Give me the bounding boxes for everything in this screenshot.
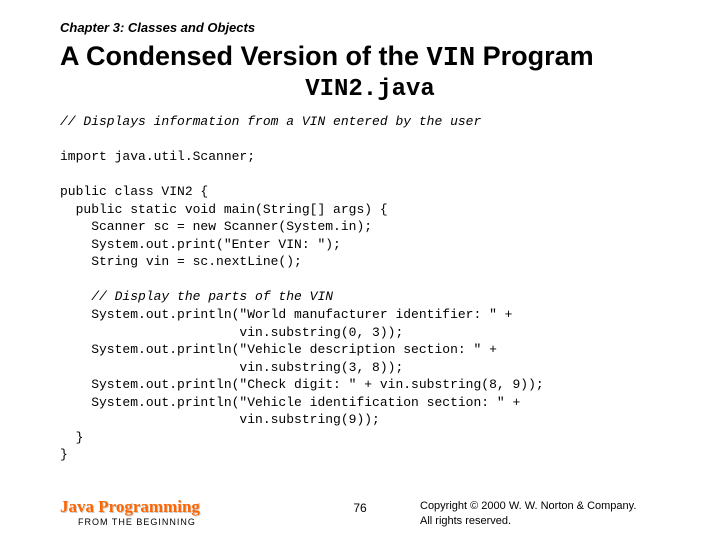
code-line: System.out.print("Enter VIN: "); xyxy=(60,237,341,252)
code-line: vin.substring(0, 3)); xyxy=(60,325,403,340)
code-line: System.out.println("Vehicle identificati… xyxy=(60,395,520,410)
copyright-line: Copyright © 2000 W. W. Norton & Company. xyxy=(420,499,680,513)
copyright: Copyright © 2000 W. W. Norton & Company.… xyxy=(420,497,680,528)
code-line: vin.substring(9)); xyxy=(60,412,380,427)
code-line: System.out.println("World manufacturer i… xyxy=(60,307,512,322)
footer: Java Programming FROM THE BEGINNING 76 C… xyxy=(0,497,720,528)
title-pre: A Condensed Version of the xyxy=(60,41,427,71)
code-comment: // Display the parts of the VIN xyxy=(60,289,333,304)
code-line: } xyxy=(60,447,68,462)
code-line: } xyxy=(60,430,83,445)
chapter-label: Chapter 3: Classes and Objects xyxy=(60,20,680,35)
code-line: String vin = sc.nextLine(); xyxy=(60,254,302,269)
code-line: import java.util.Scanner; xyxy=(60,149,255,164)
book-brand: Java Programming xyxy=(60,497,300,517)
page-number: 76 xyxy=(330,497,390,515)
code-block: // Displays information from a VIN enter… xyxy=(60,113,680,464)
code-comment: // Displays information from a VIN enter… xyxy=(60,114,481,129)
code-line: Scanner sc = new Scanner(System.in); xyxy=(60,219,372,234)
copyright-line: All rights reserved. xyxy=(420,514,680,528)
title-mono: VIN xyxy=(427,44,476,74)
code-line: public static void main(String[] args) { xyxy=(60,202,388,217)
code-line: System.out.println("Check digit: " + vin… xyxy=(60,377,544,392)
title-post: Program xyxy=(475,41,594,71)
code-line: public class VIN2 { xyxy=(60,184,208,199)
filename-subtitle: VIN2.java xyxy=(60,76,680,103)
code-line: System.out.println("Vehicle description … xyxy=(60,342,497,357)
slide-title: A Condensed Version of the VIN Program xyxy=(60,41,680,74)
brand-block: Java Programming FROM THE BEGINNING xyxy=(60,497,300,527)
book-subtitle: FROM THE BEGINNING xyxy=(78,517,300,527)
code-line: vin.substring(3, 8)); xyxy=(60,360,403,375)
